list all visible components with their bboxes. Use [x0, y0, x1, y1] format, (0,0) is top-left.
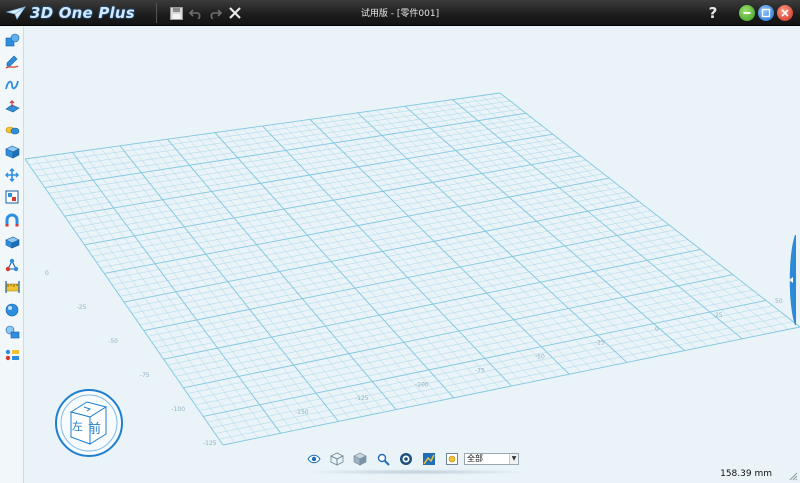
close-icon [229, 7, 241, 19]
view-cube[interactable]: 左 前 [54, 388, 124, 458]
undo-button[interactable] [188, 4, 204, 22]
move-icon [5, 168, 19, 182]
tool-distance[interactable] [4, 279, 20, 295]
title-bar: 3D One Plus 试用版 - [零件001] ? [0, 0, 800, 26]
combine-icon [5, 126, 19, 135]
title-separator [156, 3, 157, 23]
grid-axis-label: -100 [171, 406, 185, 413]
shaded-cube-icon [353, 452, 367, 466]
app-logo[interactable]: 3D One Plus [6, 3, 135, 23]
distance-icon [4, 281, 20, 293]
restore-button[interactable] [758, 5, 774, 21]
grid-axis-label: -50 [108, 338, 118, 345]
grid-axis-label: -75 [475, 367, 485, 374]
minimize-button[interactable] [739, 5, 755, 21]
filter-select-value: 全部 [467, 454, 483, 463]
filter-button[interactable] [443, 450, 461, 468]
assembly-icon [5, 258, 19, 272]
bottom-bar-shadow [305, 469, 530, 475]
grid-axis-label: -125 [203, 440, 217, 447]
grid-axis-label: -125 [355, 395, 369, 402]
wireframe-cube-icon [330, 452, 344, 466]
resize-grip-icon[interactable] [788, 471, 798, 481]
view-icon [5, 325, 19, 339]
left-toolbar [0, 27, 24, 483]
measurement-readout: 158.39 mm [720, 469, 772, 479]
3d-viewport[interactable]: 0 -25 -50 -75 -100 -125 -150 -125 -100 -75 -50 -25 0… [25, 27, 800, 483]
help-icon: ? [708, 4, 718, 22]
tool-sketch[interactable] [4, 54, 20, 70]
filter-icon [446, 453, 458, 465]
grid-axis-label: 0 [655, 326, 659, 333]
tool-magnet[interactable] [4, 212, 20, 228]
library-icon [5, 349, 19, 361]
tool-combine[interactable] [4, 122, 20, 138]
bottom-toolbar: 全部 ▼ [305, 450, 519, 468]
tool-library[interactable] [4, 347, 20, 363]
tool-special-function[interactable] [4, 99, 20, 115]
filter-select[interactable]: 全部 ▼ [464, 453, 519, 465]
tool-move[interactable] [4, 167, 20, 183]
grid-axis-label: -25 [595, 340, 605, 347]
array-icon [5, 190, 19, 204]
render-mode-icon [423, 453, 435, 465]
paper-plane-icon [6, 6, 26, 20]
tool-curve[interactable] [4, 77, 20, 93]
grid-axis-label: -150 [295, 409, 309, 416]
close-document-button[interactable] [227, 4, 243, 22]
grid-axis-label: -100 [415, 381, 429, 388]
shaded-button[interactable] [351, 450, 369, 468]
magnet-icon [5, 213, 19, 227]
ground-grid[interactable]: 0 -25 -50 -75 -100 -125 -150 -125 -100 -75 -50 -25 0… [25, 27, 800, 483]
render-mode-button[interactable] [420, 450, 438, 468]
window-close-button[interactable] [777, 5, 793, 21]
grid-axis-label: 50 [775, 298, 783, 305]
grid-axis-label: 0 [45, 270, 49, 277]
chevron-down-icon: ▼ [509, 454, 518, 464]
tool-array[interactable] [4, 189, 20, 205]
grid-axis-label: -75 [140, 372, 150, 379]
material-icon [5, 303, 19, 317]
tool-material[interactable] [4, 302, 20, 318]
undo-icon [189, 9, 201, 19]
redo-button[interactable] [207, 4, 223, 22]
side-panel-handle[interactable] [786, 235, 796, 325]
tool-view[interactable] [4, 324, 20, 340]
app-logo-text: 3D One Plus [30, 4, 135, 22]
tool-feature[interactable] [4, 144, 20, 160]
tool-basic-solid[interactable] [4, 32, 20, 48]
tool-pattern[interactable] [4, 234, 20, 250]
grid-axis-label: 25 [715, 312, 723, 319]
minimize-icon [743, 12, 751, 14]
help-button[interactable]: ? [704, 4, 722, 22]
save-icon [169, 6, 183, 20]
special-function-icon [4, 100, 20, 113]
sketch-icon [5, 55, 19, 69]
fit-view-icon [400, 453, 412, 465]
zoom-icon [377, 453, 390, 466]
grid-axis-label: -50 [535, 354, 545, 361]
curve-icon [5, 80, 19, 90]
save-button[interactable] [168, 4, 184, 22]
tool-assembly[interactable] [4, 257, 20, 273]
window-close-icon [781, 9, 789, 17]
eye-icon [307, 454, 321, 464]
basic-solid-icon [5, 33, 19, 47]
fit-view-button[interactable] [397, 450, 415, 468]
grid-axis-label: -25 [77, 304, 87, 311]
view-cube-left-face[interactable]: 左 [72, 418, 83, 434]
redo-icon [210, 9, 222, 19]
restore-icon [761, 8, 771, 18]
zoom-button[interactable] [374, 450, 392, 468]
visibility-button[interactable] [305, 450, 323, 468]
view-cube-front-face[interactable]: 前 [88, 418, 101, 437]
wireframe-button[interactable] [328, 450, 346, 468]
feature-icon [4, 145, 20, 159]
pattern-icon [4, 236, 20, 249]
